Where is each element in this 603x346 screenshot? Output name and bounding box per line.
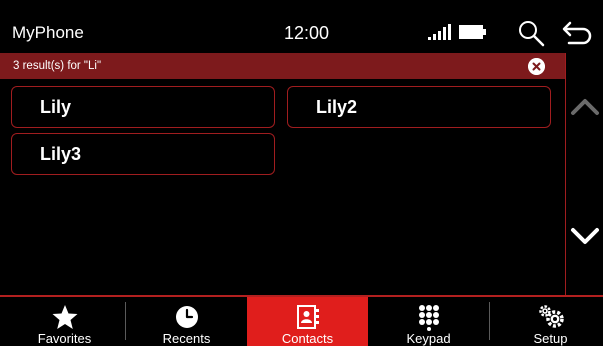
nav-contacts[interactable]: Contacts: [247, 297, 368, 346]
chevron-down-icon[interactable]: [570, 223, 600, 249]
bottom-nav: Favorites Recents Contacts Keypad Setup: [0, 297, 603, 346]
contact-item[interactable]: Lily: [11, 86, 275, 128]
status-bar: MyPhone 12:00: [0, 0, 603, 52]
contact-list: Lily Lily2 Lily3: [0, 79, 565, 295]
search-results-text: 3 result(s) for "Li": [13, 60, 102, 72]
nav-label: Setup: [533, 331, 568, 346]
scroll-column: [565, 53, 603, 295]
contact-name: Lily3: [40, 144, 82, 164]
nav-label: Recents: [162, 331, 211, 346]
chevron-up-icon[interactable]: [570, 94, 600, 120]
keypad-icon: [418, 305, 439, 331]
contact-item[interactable]: Lily3: [11, 133, 275, 175]
contact-name: Lily: [40, 97, 72, 117]
contact-item[interactable]: Lily2: [287, 86, 551, 128]
clock: 12:00: [284, 23, 330, 43]
nav-favorites[interactable]: Favorites: [4, 297, 125, 346]
clear-search-icon[interactable]: [528, 58, 545, 75]
search-icon[interactable]: [517, 19, 545, 47]
nav-keypad[interactable]: Keypad: [368, 297, 489, 346]
nav-label: Favorites: [37, 331, 92, 346]
app-title: MyPhone: [12, 23, 84, 42]
search-results-bar: 3 result(s) for "Li": [0, 53, 565, 79]
nav-label: Contacts: [281, 331, 334, 346]
gears-icon: [538, 305, 564, 328]
signal-icon: [428, 24, 451, 40]
nav-setup[interactable]: Setup: [490, 297, 603, 346]
nav-recents[interactable]: Recents: [126, 297, 247, 346]
clock-icon: [175, 306, 198, 328]
back-icon[interactable]: [561, 19, 595, 47]
nav-label: Keypad: [406, 331, 451, 346]
star-icon: [52, 305, 77, 329]
contact-name: Lily2: [316, 97, 358, 117]
address-book-icon: [296, 305, 319, 329]
battery-icon: [459, 25, 486, 39]
